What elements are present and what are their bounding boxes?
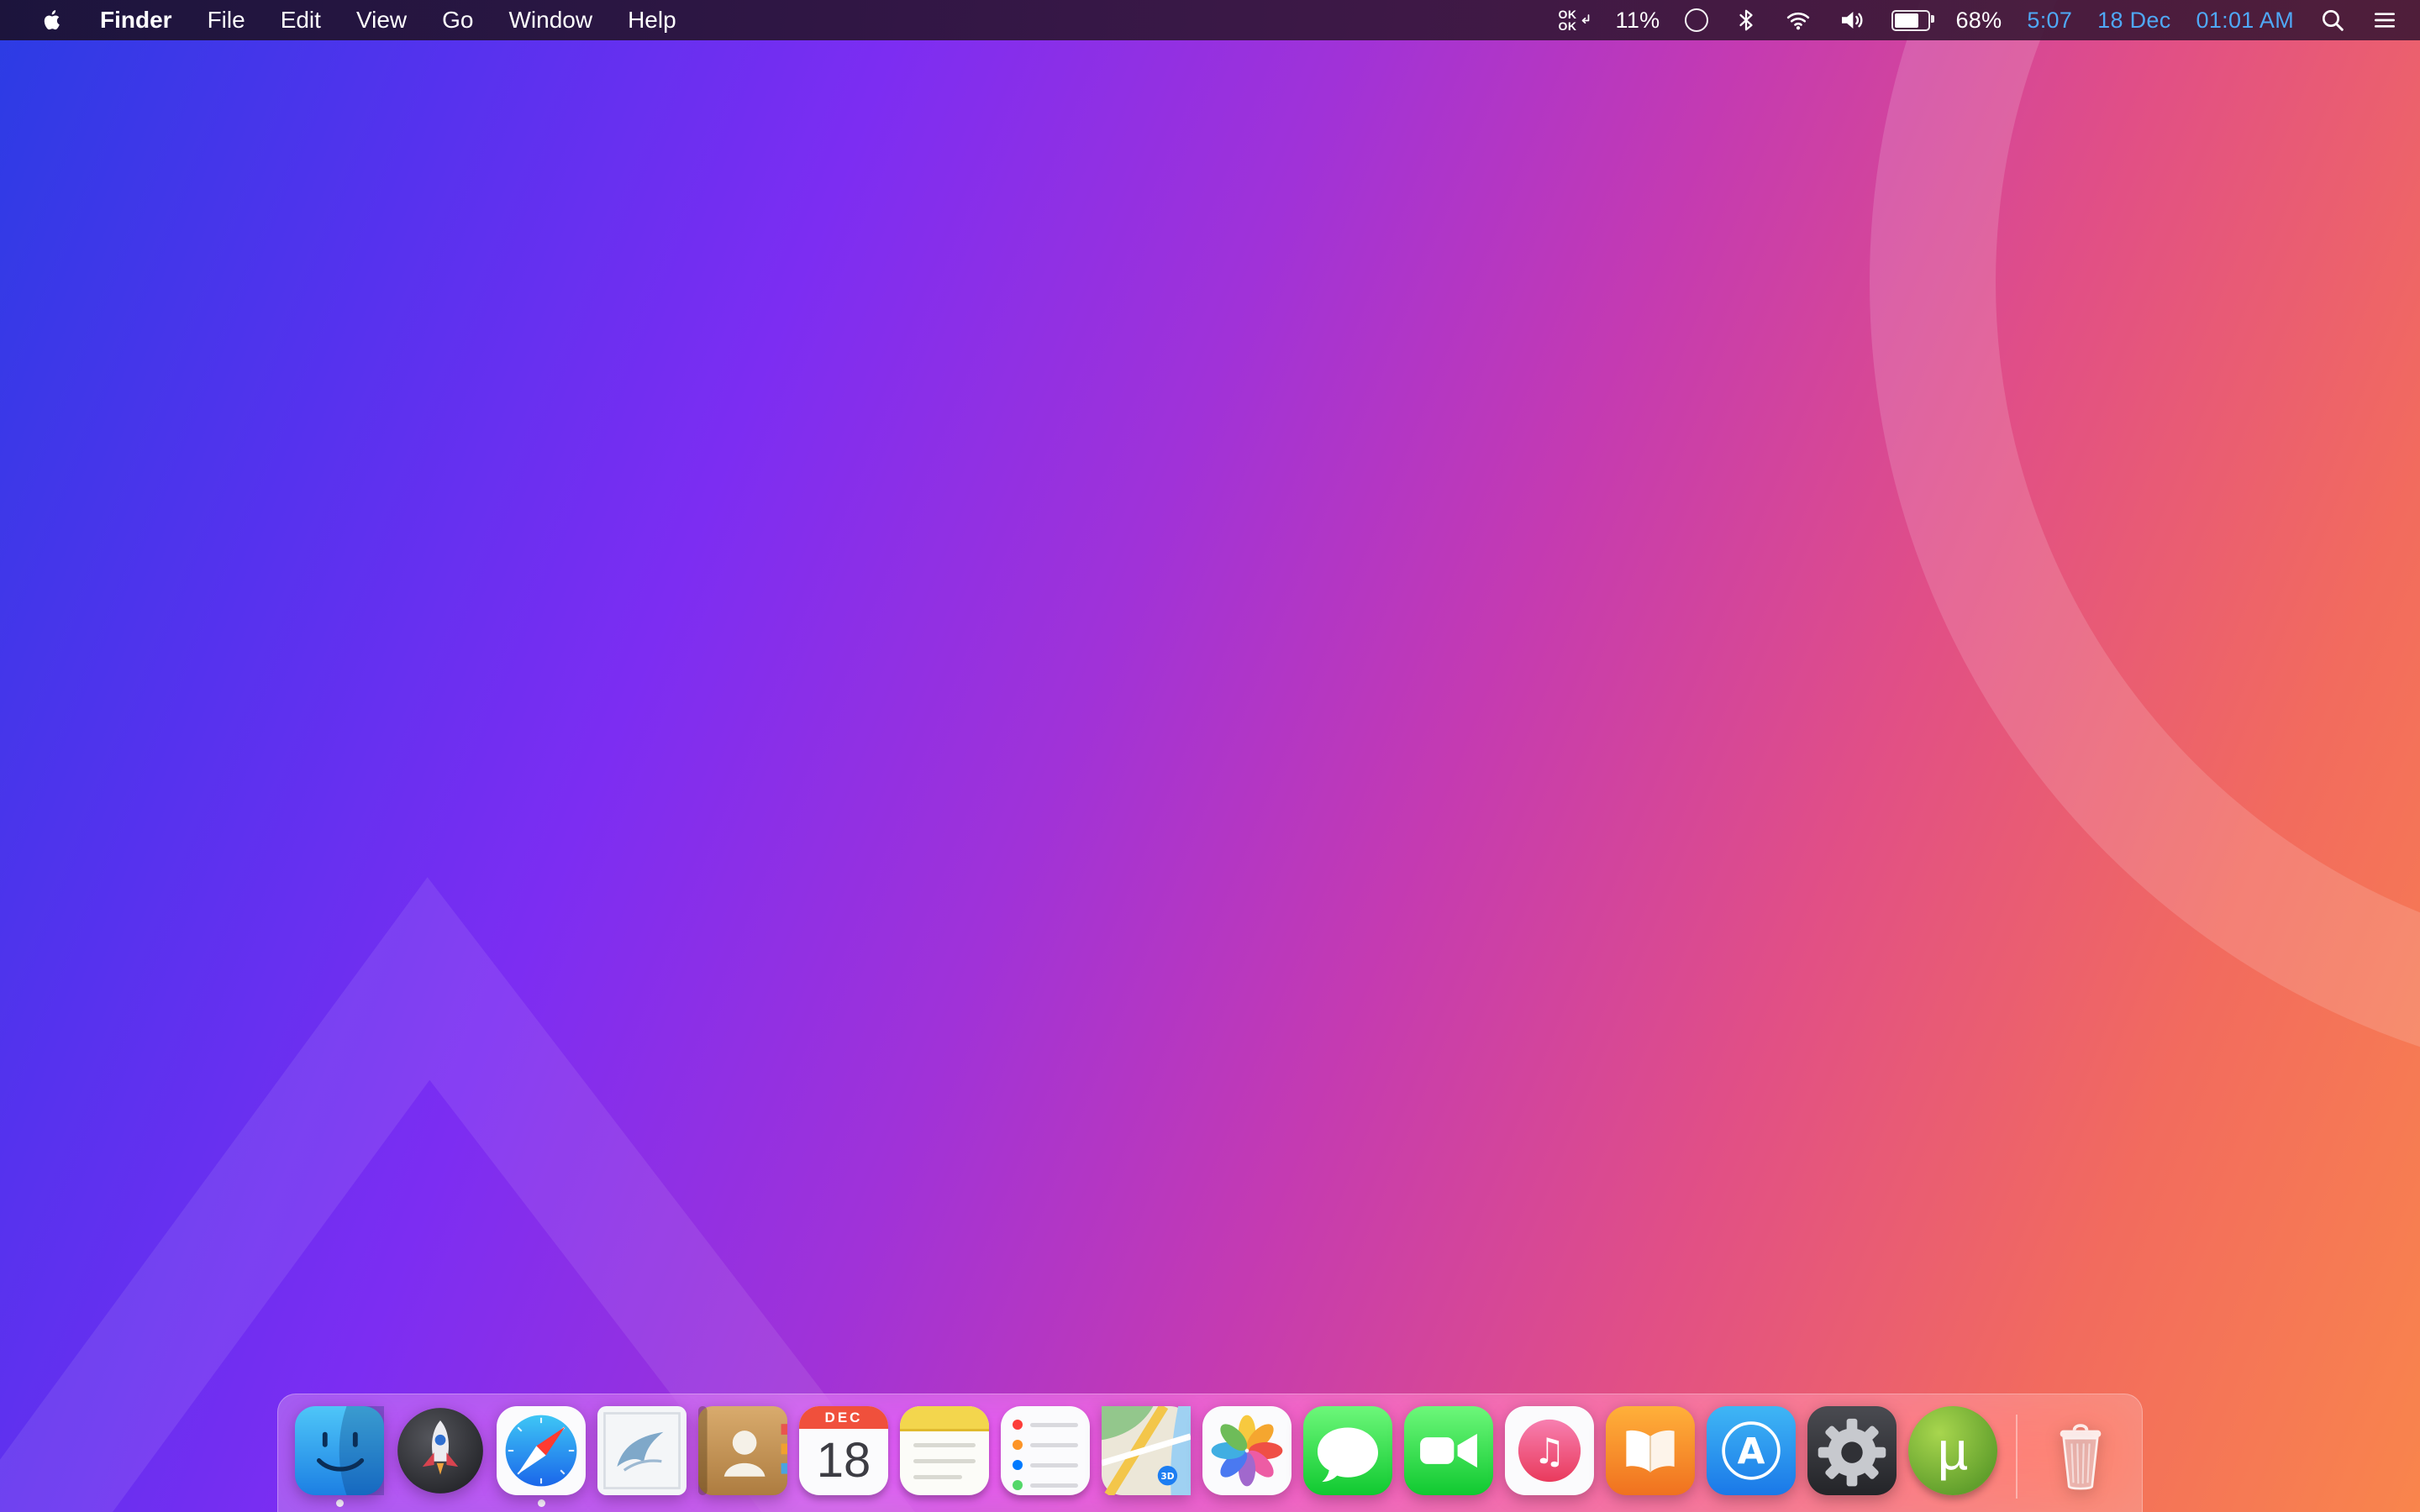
timer-text[interactable]: 5:07 — [2027, 0, 2072, 40]
dock-separator — [2016, 1415, 2018, 1499]
input-source-indicator[interactable]: OK OK — [1559, 0, 1591, 40]
dock-photos[interactable] — [1202, 1406, 1292, 1507]
clock-text[interactable]: 01:01 AM — [2196, 0, 2294, 40]
notification-center-icon[interactable] — [2371, 0, 2398, 40]
menu-finder[interactable]: Finder — [82, 0, 190, 40]
menu-help[interactable]: Help — [610, 0, 694, 40]
battery-level — [1895, 13, 1918, 28]
maps-icon: 3D — [1102, 1406, 1191, 1495]
reminder-line — [1030, 1463, 1078, 1467]
wifi-icon[interactable] — [1784, 0, 1812, 40]
spotlight-icon[interactable] — [2319, 0, 2346, 40]
dock-messages[interactable] — [1303, 1406, 1392, 1507]
dock-launchpad[interactable] — [396, 1406, 485, 1507]
reminder-bullet — [1013, 1420, 1023, 1430]
menu-file[interactable]: File — [190, 0, 263, 40]
dock-itunes[interactable]: ♫ — [1505, 1406, 1594, 1507]
messages-icon — [1303, 1406, 1392, 1495]
bluetooth-icon[interactable] — [1733, 0, 1759, 40]
mail-icon — [597, 1406, 687, 1495]
dock-shelf: DEC 18 — [277, 1394, 2143, 1512]
reminder-bullet — [1013, 1440, 1023, 1450]
dock-reminders[interactable] — [1001, 1406, 1090, 1507]
calendar-icon: DEC 18 — [799, 1406, 888, 1495]
contacts-icon — [698, 1406, 787, 1495]
photos-icon — [1202, 1406, 1292, 1495]
dock-safari[interactable] — [497, 1406, 586, 1507]
date-text[interactable]: 18 Dec — [2097, 0, 2170, 40]
aux-battery-percent[interactable]: 11% — [1616, 0, 1660, 40]
input-source-top: OK — [1559, 8, 1577, 20]
input-source-arrow-icon — [1580, 13, 1591, 28]
reminder-bullet — [1013, 1460, 1023, 1470]
notes-line — [913, 1443, 976, 1447]
menu-edit[interactable]: Edit — [263, 0, 339, 40]
reminder-bullet — [1013, 1480, 1023, 1490]
reminder-line — [1030, 1483, 1078, 1488]
input-source-bottom: OK — [1559, 20, 1577, 32]
ibooks-icon — [1606, 1406, 1695, 1495]
dock-facetime[interactable] — [1404, 1406, 1493, 1507]
menu-go[interactable]: Go — [424, 0, 491, 40]
battery-icon[interactable] — [1891, 0, 1930, 40]
notes-icon — [900, 1406, 989, 1495]
finder-icon — [295, 1406, 384, 1495]
running-indicator — [336, 1499, 344, 1507]
safari-icon — [497, 1406, 586, 1495]
dock: DEC 18 — [277, 1394, 2143, 1512]
maps-3d-badge: 3D — [1160, 1472, 1174, 1482]
volume-icon[interactable] — [1838, 0, 1866, 40]
appstore-a-glyph: A — [1738, 1431, 1765, 1472]
trash-icon — [2036, 1406, 2125, 1495]
reminder-line — [1030, 1443, 1078, 1447]
circle-status-icon[interactable] — [1685, 0, 1708, 40]
itunes-note-glyph: ♫ — [1534, 1431, 1565, 1472]
notes-yellow-strip — [900, 1406, 989, 1431]
dock-system-preferences[interactable] — [1807, 1406, 1897, 1507]
notes-line — [913, 1459, 976, 1463]
battery-body — [1891, 10, 1930, 31]
wallpaper — [0, 0, 2420, 1512]
input-source-label: OK OK — [1559, 8, 1577, 32]
dock-maps[interactable]: 3D — [1102, 1406, 1191, 1507]
reminders-icon — [1001, 1406, 1090, 1495]
dock-trash[interactable] — [2036, 1406, 2125, 1507]
menu-bar-status-area: OK OK 11% — [1534, 0, 2398, 40]
reminder-line — [1030, 1423, 1078, 1427]
calendar-day-label: 18 — [799, 1425, 888, 1495]
launchpad-icon — [396, 1406, 485, 1495]
utorrent-mu-glyph: µ — [1938, 1420, 1969, 1482]
dock-notes[interactable] — [900, 1406, 989, 1507]
menu-bar-left: Finder File Edit View Go Window Help — [22, 0, 694, 40]
desktop: Finder File Edit View Go Window Help OK … — [0, 0, 2420, 1512]
utorrent-icon: µ — [1908, 1406, 1997, 1495]
apple-menu[interactable] — [22, 0, 82, 40]
dock-appstore[interactable]: A — [1707, 1406, 1796, 1507]
menu-window[interactable]: Window — [491, 0, 610, 40]
notes-line — [913, 1475, 962, 1479]
dock-calendar[interactable]: DEC 18 — [799, 1406, 888, 1507]
facetime-icon — [1404, 1406, 1493, 1495]
itunes-icon: ♫ — [1505, 1406, 1594, 1495]
wallpaper-chevron-decoration — [0, 0, 2420, 1512]
battery-percent[interactable]: 68% — [1955, 0, 2002, 40]
running-indicator — [538, 1499, 545, 1507]
menu-view[interactable]: View — [339, 0, 424, 40]
circle-glyph — [1685, 8, 1708, 32]
menu-bar: Finder File Edit View Go Window Help OK … — [0, 0, 2420, 40]
system-preferences-icon — [1807, 1406, 1897, 1495]
dock-mail[interactable] — [597, 1406, 687, 1507]
dock-ibooks[interactable] — [1606, 1406, 1695, 1507]
apple-logo-icon — [39, 8, 65, 33]
appstore-icon: A — [1707, 1406, 1796, 1495]
dock-utorrent[interactable]: µ — [1908, 1406, 1997, 1507]
dock-contacts[interactable] — [698, 1406, 787, 1507]
dock-finder[interactable] — [295, 1406, 384, 1507]
